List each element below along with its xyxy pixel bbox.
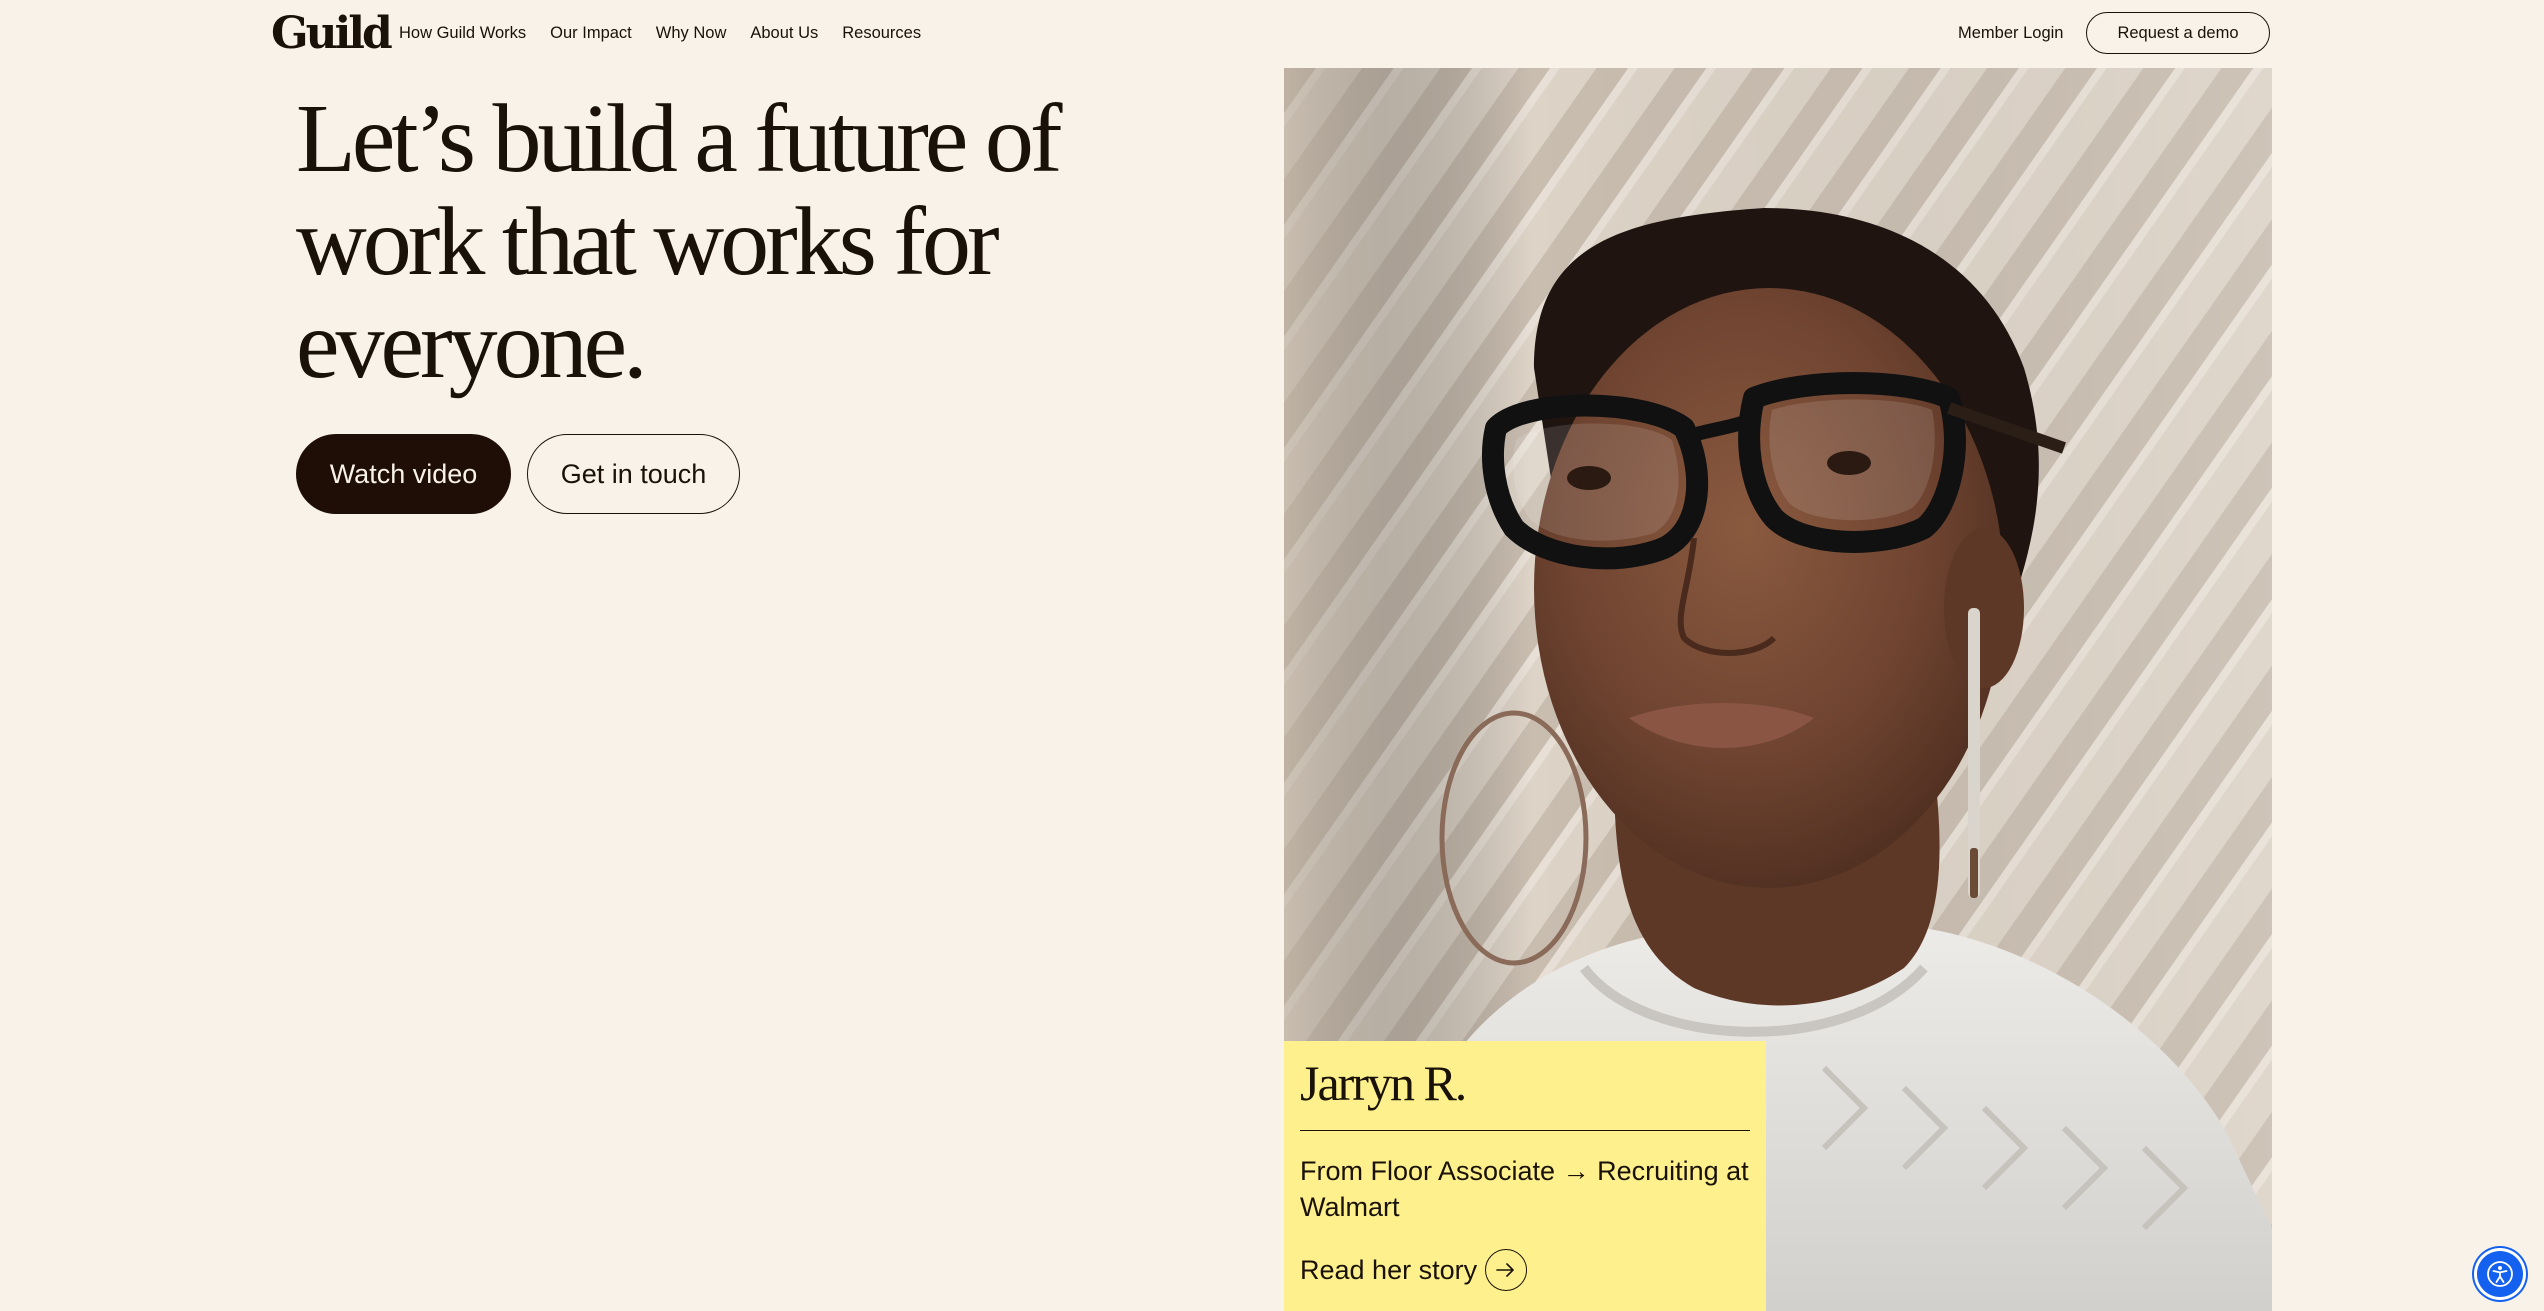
request-demo-button[interactable]: Request a demo bbox=[2086, 12, 2270, 54]
main-nav: How Guild Works Our Impact Why Now About… bbox=[399, 22, 945, 44]
nav-item-our-impact[interactable]: Our Impact bbox=[550, 22, 632, 44]
member-login-link[interactable]: Member Login bbox=[1958, 22, 2063, 44]
story-person-name: Jarryn R. bbox=[1300, 1055, 1467, 1111]
story-role-description: From Floor Associate → Recruiting at Wal… bbox=[1300, 1156, 1749, 1222]
site-header: Guild How Guild Works Our Impact Why Now… bbox=[0, 0, 2544, 67]
nav-item-why-now[interactable]: Why Now bbox=[656, 22, 727, 44]
story-divider bbox=[1300, 1130, 1750, 1131]
accessibility-icon[interactable] bbox=[2477, 1251, 2523, 1297]
nav-item-about-us[interactable]: About Us bbox=[750, 22, 818, 44]
nav-item-resources[interactable]: Resources bbox=[842, 22, 921, 44]
guild-logo[interactable]: Guild bbox=[271, 6, 393, 62]
hero-heading: Let’s build a future of work that works … bbox=[296, 85, 1063, 399]
read-her-story-link[interactable]: Read her story bbox=[1300, 1248, 1528, 1292]
nav-item-how-guild-works[interactable]: How Guild Works bbox=[399, 22, 526, 44]
story-card: Jarryn R. From Floor Associate → Recruit… bbox=[1284, 1041, 1766, 1311]
get-in-touch-button[interactable]: Get in touch bbox=[527, 434, 740, 514]
arrow-right-icon[interactable] bbox=[1485, 1249, 1528, 1291]
read-her-story-label: Read her story bbox=[1300, 1255, 1478, 1285]
watch-video-button[interactable]: Watch video bbox=[296, 434, 511, 514]
